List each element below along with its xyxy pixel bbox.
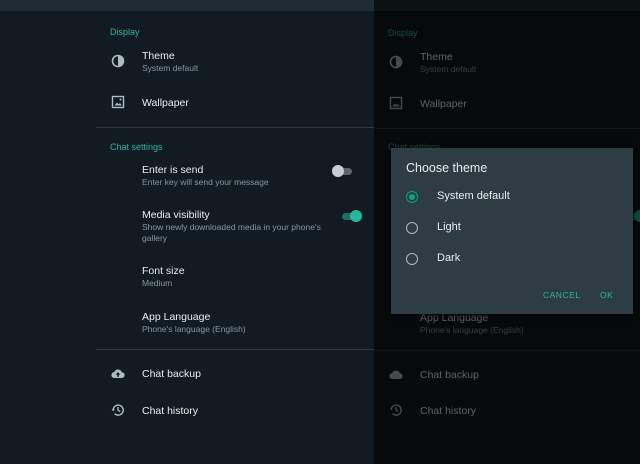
dialog-title: Choose theme [406, 161, 488, 175]
theme-icon [111, 54, 125, 68]
display-header: Display [110, 27, 140, 37]
option-label: System default [437, 190, 510, 202]
chat-history-title: Chat history [142, 405, 199, 417]
option-label: Light [437, 221, 461, 233]
top-bar-left [0, 0, 96, 11]
radio-selected[interactable] [406, 191, 418, 203]
option-system-default[interactable]: System default [391, 185, 633, 211]
ok-button[interactable]: OK [600, 290, 613, 300]
theme-title: Theme [142, 50, 175, 62]
cloud-upload-icon [111, 369, 125, 379]
cancel-button[interactable]: CANCEL [543, 290, 580, 300]
enter-is-send-toggle[interactable] [332, 164, 354, 178]
option-light[interactable]: Light [391, 216, 633, 242]
media-visibility-subtitle-line2: gallery [142, 233, 168, 243]
theme-subtitle: System default [142, 63, 199, 73]
app-language-title: App Language [142, 311, 211, 323]
app-language-subtitle: Phone's language (English) [142, 324, 246, 334]
chat-settings-header: Chat settings [110, 142, 163, 152]
theme-row[interactable]: Theme System default [96, 45, 374, 83]
chat-backup-row[interactable]: Chat backup [96, 360, 374, 388]
chat-backup-title: Chat backup [142, 368, 201, 380]
option-label: Dark [437, 252, 461, 264]
radio-unselected[interactable] [406, 253, 418, 265]
media-visibility-row[interactable]: Media visibility Show newly downloaded m… [96, 205, 374, 247]
divider-display [96, 127, 374, 128]
app-language-row[interactable]: App Language Phone's language (English) [96, 307, 374, 339]
enter-is-send-row[interactable]: Enter is send Enter key will send your m… [96, 160, 374, 194]
chat-history-row[interactable]: Chat history [96, 397, 374, 425]
settings-panel: Display Theme System default Wallpaper C… [96, 0, 374, 464]
history-icon [111, 404, 124, 416]
enter-is-send-title: Enter is send [142, 164, 204, 176]
enter-is-send-subtitle: Enter key will send your message [142, 177, 269, 187]
font-size-title: Font size [142, 265, 185, 277]
font-size-row[interactable]: Font size Medium [96, 261, 374, 293]
media-visibility-toggle[interactable] [340, 209, 362, 223]
media-visibility-title: Media visibility [142, 209, 210, 221]
choose-theme-dialog: Choose theme System default Light Dark C… [391, 148, 633, 314]
wallpaper-icon [111, 95, 125, 109]
font-size-subtitle: Medium [142, 278, 173, 288]
radio-unselected[interactable] [406, 222, 418, 234]
wallpaper-title: Wallpaper [142, 97, 189, 109]
option-dark[interactable]: Dark [391, 247, 633, 273]
divider-chat-settings [96, 349, 374, 350]
media-visibility-subtitle-line1: Show newly downloaded media in your phon… [142, 222, 321, 232]
wallpaper-row[interactable]: Wallpaper [96, 88, 374, 118]
